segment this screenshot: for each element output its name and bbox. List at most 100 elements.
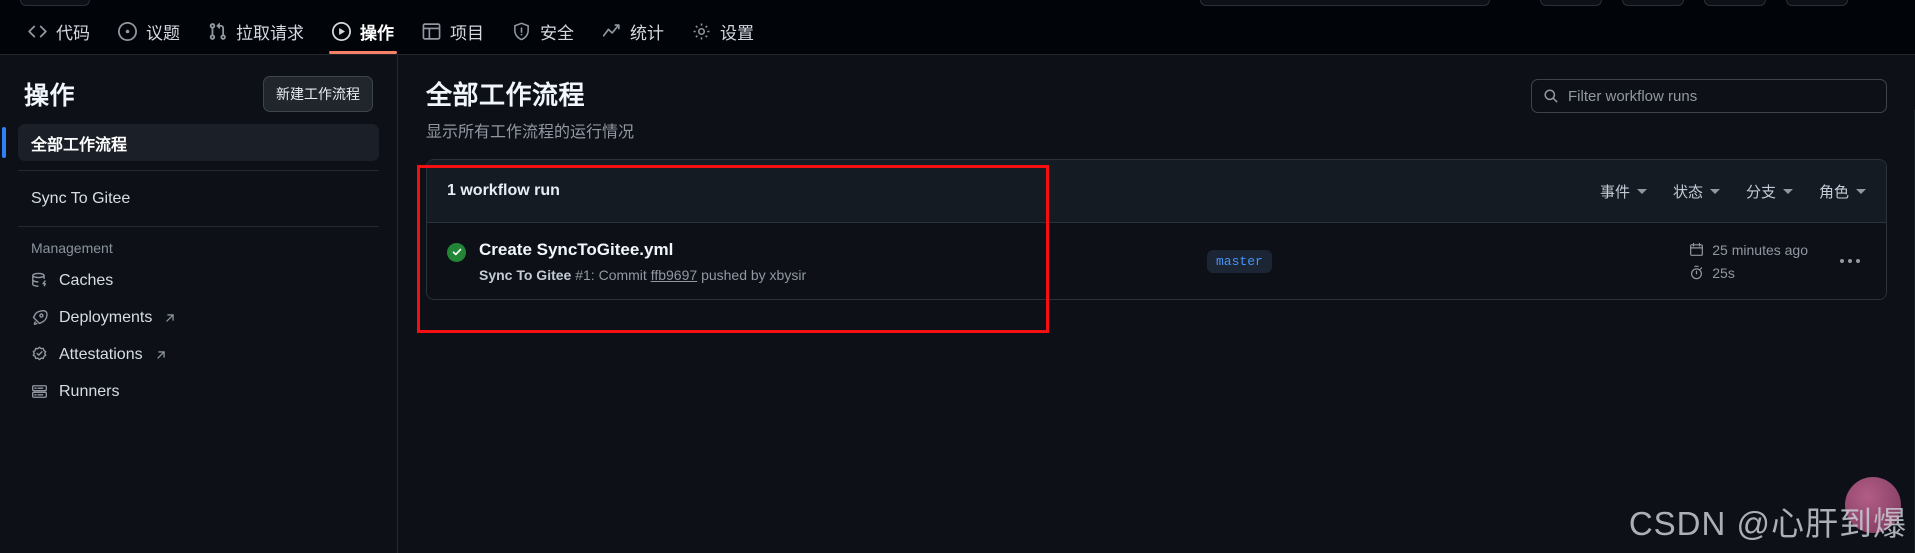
code-icon	[28, 22, 47, 41]
page-heading-group: 全部工作流程 显示所有工作流程的运行情况	[426, 75, 634, 142]
search-icon	[1543, 88, 1559, 104]
kebab-horizontal-icon[interactable]	[1834, 251, 1866, 271]
workflow-run-branch: master	[1207, 249, 1497, 273]
kebab-dot	[1840, 259, 1844, 263]
sidebar-item-label: Attestations	[59, 345, 143, 363]
page-body: 操作 新建工作流程 全部工作流程 Sync To Gitee Managemen…	[0, 55, 1915, 553]
main-content: 全部工作流程 显示所有工作流程的运行情况 1 workflow run 事件	[398, 55, 1915, 553]
filter-event[interactable]: 事件	[1600, 181, 1647, 202]
actions-sidebar: 操作 新建工作流程 全部工作流程 Sync To Gitee Managemen…	[0, 55, 398, 553]
stopwatch-icon	[1689, 265, 1704, 280]
filter-label: 角色	[1818, 183, 1849, 201]
sidebar-item-runners[interactable]: Runners	[18, 373, 379, 410]
sidebar-item-sync-to-gitee[interactable]: Sync To Gitee	[18, 180, 379, 217]
project-table-icon	[422, 22, 441, 41]
shield-icon	[512, 21, 531, 41]
nav-item-actions[interactable]: 操作	[318, 8, 408, 54]
workflow-run-row[interactable]: Create SyncToGitee.yml Sync To Gitee #1:…	[427, 223, 1886, 299]
filter-actor[interactable]: 角色	[1819, 181, 1866, 202]
kebab-dot	[1856, 259, 1860, 263]
branch-badge[interactable]: master	[1207, 249, 1272, 273]
ghost-element-right-b	[1622, 0, 1684, 6]
calendar-icon	[1689, 242, 1704, 257]
check-circle-icon	[447, 242, 466, 262]
server-icon	[31, 383, 48, 400]
nav-item-issues[interactable]: 议题	[104, 8, 194, 54]
ghost-element-left	[20, 0, 90, 6]
sidebar-item-all-workflows[interactable]: 全部工作流程	[2, 124, 379, 161]
workflow-run-text: Create SyncToGitee.yml Sync To Gitee #1:…	[479, 240, 806, 283]
nav-item-insights[interactable]: 统计	[588, 8, 678, 54]
nav-item-label: 安全	[540, 23, 574, 43]
run-number: #1:	[575, 266, 595, 283]
main-header: 全部工作流程 显示所有工作流程的运行情况	[426, 55, 1887, 142]
commit-word: Commit	[598, 266, 647, 283]
ghost-element-right-c	[1704, 0, 1766, 6]
sidebar-item-attestations[interactable]: Attestations	[18, 336, 379, 373]
git-pull-request-icon	[208, 22, 227, 41]
chevron-down-icon	[1636, 188, 1647, 194]
workflow-run-duration: 25s	[1689, 265, 1808, 281]
sidebar-item-label: Caches	[59, 271, 114, 289]
commit-sha-link[interactable]: ffb9697	[651, 267, 697, 283]
sidebar-item-label: 全部工作流程	[31, 136, 128, 154]
filter-status[interactable]: 状态	[1673, 181, 1720, 202]
sidebar-item-label: Sync To Gitee	[31, 189, 131, 207]
nav-item-label: 设置	[720, 23, 754, 43]
filter-group: 事件 状态 分支 角色	[1600, 181, 1866, 202]
filter-label: 状态	[1672, 183, 1703, 201]
repo-nav: 代码 议题 拉取请求 操作 项目 安全 统计 设置	[0, 8, 1915, 55]
nav-item-label: 操作	[360, 23, 394, 43]
cache-icon	[31, 272, 48, 289]
duration-text: 25s	[1712, 264, 1735, 281]
new-workflow-button[interactable]: 新建工作流程	[263, 76, 373, 112]
rocket-icon	[31, 309, 48, 326]
sidebar-item-label: Runners	[59, 382, 120, 400]
page-subtitle: 显示所有工作流程的运行情况	[426, 124, 635, 141]
graph-icon	[602, 22, 621, 41]
sidebar-item-deployments[interactable]: Deployments	[18, 299, 379, 336]
filter-label: 分支	[1745, 183, 1776, 201]
search-workflow-runs[interactable]	[1531, 79, 1887, 113]
sidebar-item-caches[interactable]: Caches	[18, 262, 379, 299]
verified-icon	[31, 346, 48, 363]
filter-branch[interactable]: 分支	[1746, 181, 1793, 202]
timestamp-text: 25 minutes ago	[1712, 241, 1808, 258]
nav-item-label: 拉取请求	[236, 23, 304, 43]
nav-item-label: 统计	[630, 23, 664, 43]
sidebar-item-label: Deployments	[59, 308, 153, 326]
nav-item-label: 项目	[450, 23, 484, 43]
nav-item-settings[interactable]: 设置	[678, 8, 768, 54]
workflow-run-title[interactable]: Create SyncToGitee.yml	[479, 240, 806, 260]
workflow-run-meta: Sync To Gitee #1: Commit ffb9697 pushed …	[479, 267, 806, 283]
sidebar-section-management: Management	[31, 240, 113, 256]
nav-item-security[interactable]: 安全	[498, 8, 588, 54]
sidebar-divider-2	[18, 226, 379, 227]
external-link-icon	[163, 311, 177, 325]
nav-item-label: 议题	[146, 23, 180, 43]
ghost-element-right-a	[1540, 0, 1602, 6]
nav-item-code[interactable]: 代码	[14, 8, 104, 54]
play-circle-icon	[332, 21, 351, 41]
ghost-element-center	[1200, 0, 1490, 6]
search-input[interactable]	[1568, 87, 1875, 105]
issue-opened-icon	[118, 21, 137, 41]
sidebar-list: 全部工作流程 Sync To Gitee Management Caches D…	[2, 124, 379, 410]
workflow-run-main: Create SyncToGitee.yml Sync To Gitee #1:…	[447, 240, 1207, 283]
page-title: 全部工作流程	[426, 80, 586, 110]
nav-item-pull-requests[interactable]: 拉取请求	[194, 8, 318, 54]
workflow-name: Sync To Gitee	[479, 266, 572, 283]
external-link-icon	[154, 348, 168, 362]
workflow-run-timestamp: 25 minutes ago	[1689, 242, 1808, 258]
csdn-watermark: CSDN @心肝到爆	[1628, 505, 1907, 542]
workflow-run-count: 1 workflow run	[447, 182, 560, 199]
workflow-run-times: 25 minutes ago 25s	[1689, 242, 1808, 281]
gear-icon	[692, 22, 711, 41]
filter-label: 事件	[1599, 183, 1630, 201]
sidebar-title: 操作	[24, 82, 76, 110]
workflow-runs-card-header: 1 workflow run 事件 状态 分支 角色	[427, 160, 1886, 223]
pushed-by-text: pushed by xbysir	[701, 266, 807, 283]
ghost-element-right-d	[1786, 0, 1848, 6]
nav-item-projects[interactable]: 项目	[408, 8, 498, 54]
chevron-down-icon	[1709, 188, 1720, 194]
